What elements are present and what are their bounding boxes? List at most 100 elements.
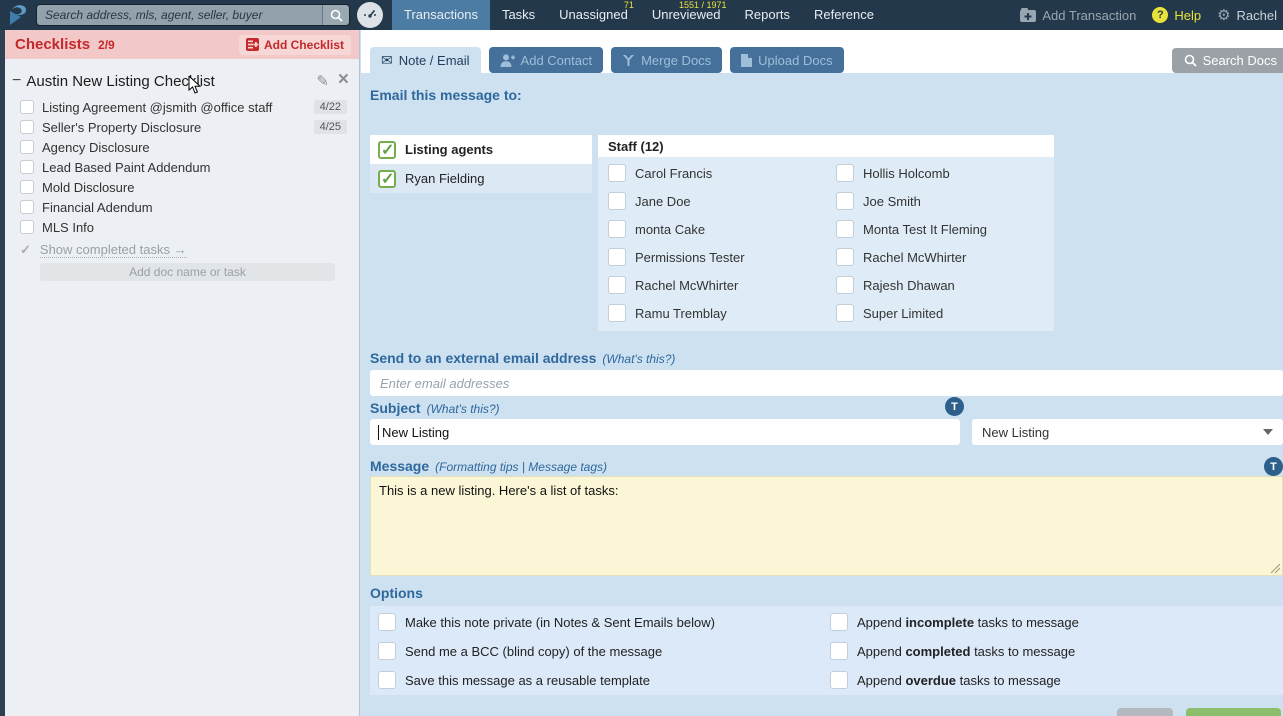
delete-x-icon[interactable]: × [338, 70, 349, 90]
edit-pencil-icon[interactable]: ✎ [316, 72, 329, 90]
staff-item[interactable]: Ramu Tremblay [598, 299, 826, 327]
option-save-template[interactable]: Save this message as a reusable template [378, 671, 650, 689]
staff-item[interactable]: Carol Francis [598, 159, 826, 187]
tab-upload-docs[interactable]: Upload Docs [730, 47, 844, 73]
checked-checkbox[interactable] [378, 169, 396, 189]
staff-item[interactable]: Super Limited [826, 299, 1054, 327]
staff-item[interactable]: Permissions Tester [598, 243, 826, 271]
staff-checkbox[interactable] [836, 248, 854, 266]
staff-item[interactable]: Hollis Holcomb [826, 159, 1054, 187]
add-transaction-button[interactable]: Add Transaction [1020, 8, 1136, 23]
staff-checkbox[interactable] [608, 304, 626, 322]
message-text: This is a new listing. Here's a list of … [379, 483, 619, 498]
staff-name: Joe Smith [863, 193, 921, 209]
search-icon [330, 9, 343, 22]
task-checkbox[interactable] [20, 140, 34, 154]
due-date-badge: 4/22 [313, 100, 347, 114]
staff-checkbox[interactable] [608, 248, 626, 266]
nav-tab-reports[interactable]: Reports [732, 0, 802, 30]
option-append-incomplete[interactable]: Append incomplete tasks to message [830, 613, 1079, 631]
staff-checkbox[interactable] [608, 164, 626, 182]
nav-tab-unreviewed[interactable]: 1551 / 1971 Unreviewed [640, 0, 733, 30]
option-append-overdue[interactable]: Append overdue tasks to message [830, 671, 1061, 689]
option-checkbox[interactable] [378, 613, 396, 631]
staff-item[interactable]: Monta Test It Fleming [826, 215, 1054, 243]
tab-add-contact[interactable]: Add Contact [488, 47, 604, 73]
staff-name: Hollis Holcomb [863, 165, 950, 181]
staff-item[interactable]: Rachel McWhirter [598, 271, 826, 299]
recipient-ryan-fielding[interactable]: Ryan Fielding [370, 164, 592, 193]
external-email-input[interactable] [370, 370, 1283, 396]
option-private[interactable]: Make this note private (in Notes & Sent … [378, 613, 715, 631]
task-checkbox[interactable] [20, 160, 34, 174]
option-checkbox[interactable] [378, 642, 396, 660]
option-append-completed[interactable]: Append completed tasks to message [830, 642, 1075, 660]
external-whats-this-link[interactable]: (What's this?) [602, 352, 675, 366]
file-icon [741, 53, 753, 67]
user-menu[interactable]: ⚙ Rachel [1217, 8, 1277, 23]
resize-handle-icon[interactable] [1271, 564, 1280, 573]
staff-checkbox[interactable] [836, 192, 854, 210]
task-checkbox[interactable] [20, 220, 34, 234]
option-checkbox[interactable] [830, 671, 848, 689]
staff-checkbox[interactable] [836, 164, 854, 182]
staff-item[interactable]: monta Cake [598, 215, 826, 243]
staff-checkbox[interactable] [608, 276, 626, 294]
send-email-button[interactable]: Send Email [1186, 708, 1281, 716]
subject-input[interactable]: New Listing [370, 419, 960, 445]
message-tags-icon[interactable]: T [1264, 457, 1283, 476]
cancel-button[interactable]: Cancel [1117, 708, 1173, 716]
staff-name: Carol Francis [635, 165, 713, 181]
checklists-title: Checklists [15, 36, 91, 53]
option-checkbox[interactable] [378, 671, 396, 689]
help-button[interactable]: ? Help [1152, 7, 1201, 23]
staff-header: Staff (12) [598, 135, 1054, 157]
task-checkbox[interactable] [20, 180, 34, 194]
staff-checkbox[interactable] [608, 220, 626, 238]
message-textarea[interactable]: This is a new listing. Here's a list of … [370, 476, 1283, 576]
staff-checkbox[interactable] [608, 192, 626, 210]
nav-tab-transactions[interactable]: Transactions [392, 0, 490, 30]
show-completed-link[interactable]: Show completed tasks → [39, 242, 187, 258]
task-checkbox[interactable] [20, 100, 34, 114]
subject-tags-icon[interactable]: T [945, 397, 964, 416]
nav-tab-reference[interactable]: Reference [802, 0, 886, 30]
option-checkbox[interactable] [830, 613, 848, 631]
add-checklist-button[interactable]: Add Checklist [238, 34, 351, 55]
staff-body: Carol Francis Hollis Holcomb Jane Doe Jo… [598, 157, 1054, 331]
subject-whats-this-link[interactable]: (What's this?) [427, 402, 500, 416]
staff-item[interactable]: Rajesh Dhawan [826, 271, 1054, 299]
task-checkbox[interactable] [20, 120, 34, 134]
app-window: Transactions Tasks 71Unassigned 1551 / 1… [0, 0, 1283, 716]
template-dropdown[interactable]: New Listing [972, 419, 1283, 445]
dashboard-gauge-icon[interactable] [357, 2, 383, 28]
template-selected-value: New Listing [982, 424, 1050, 440]
due-date-badge: 4/25 [313, 120, 347, 134]
option-bcc[interactable]: Send me a BCC (blind copy) of the messag… [378, 642, 662, 660]
staff-checkbox[interactable] [836, 304, 854, 322]
tab-label: Upload Docs [758, 52, 833, 68]
staff-checkbox[interactable] [836, 276, 854, 294]
add-task-input[interactable] [40, 263, 335, 281]
checklist-name[interactable]: Austin New Listing Checklist [26, 73, 214, 90]
search-input[interactable] [37, 5, 322, 25]
tab-note-email[interactable]: ✉ Note / Email [370, 47, 481, 73]
app-logo-icon[interactable] [5, 2, 31, 28]
checklist-item: Listing Agreement @jsmith @office staff … [5, 97, 359, 117]
staff-item[interactable]: Joe Smith [826, 187, 1054, 215]
nav-tab-unassigned[interactable]: 71 Unassigned [547, 0, 640, 30]
staff-checkbox[interactable] [836, 220, 854, 238]
tab-merge-docs[interactable]: Merge Docs [611, 47, 723, 73]
staff-item[interactable]: Rachel McWhirter [826, 243, 1054, 271]
task-checkbox[interactable] [20, 200, 34, 214]
checklist-item: MLS Info [5, 217, 359, 237]
option-checkbox[interactable] [830, 642, 848, 660]
collapse-icon[interactable]: − [12, 72, 21, 90]
recipient-listing-agents[interactable]: Listing agents [370, 135, 592, 164]
staff-item[interactable]: Jane Doe [598, 187, 826, 215]
checked-checkbox[interactable] [378, 140, 396, 160]
search-docs-button[interactable]: Search Docs [1171, 48, 1283, 73]
search-button[interactable] [322, 5, 349, 25]
formatting-tips-links[interactable]: (Formatting tips | Message tags) [435, 460, 607, 474]
nav-tab-tasks[interactable]: Tasks [490, 0, 547, 30]
